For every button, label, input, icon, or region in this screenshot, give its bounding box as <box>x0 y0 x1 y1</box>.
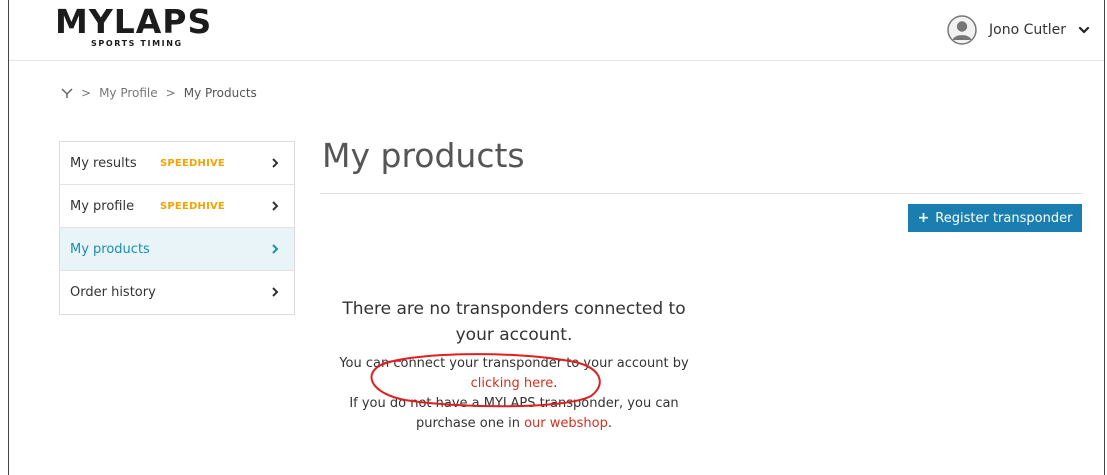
mylaps-home-icon[interactable] <box>61 87 73 99</box>
connect-text-end: . <box>553 376 558 391</box>
mylaps-logo[interactable]: MYLAPS SPORTS TIMING <box>55 2 225 48</box>
breadcrumb-my-profile[interactable]: My Profile <box>99 86 158 100</box>
sidebar-item-label: My profile <box>70 198 135 214</box>
plus-icon: + <box>917 210 930 226</box>
sidebar-item-label: My products <box>70 241 150 257</box>
sidebar-item-label: My results <box>70 155 137 171</box>
empty-state-title: There are no transponders connected to y… <box>342 299 686 345</box>
connect-text: You can connect your transponder to your… <box>339 356 689 371</box>
chevron-right-icon <box>272 244 279 254</box>
chevron-right-icon <box>272 201 279 211</box>
breadcrumb: > My Profile > My Products <box>61 86 257 100</box>
chevron-right-icon <box>272 158 279 168</box>
user-menu[interactable]: Jono Cutler <box>947 14 1090 46</box>
sidebar-item-my-profile[interactable]: My profile SPEEDHIVE <box>60 185 294 228</box>
webshop-link[interactable]: our webshop <box>524 416 608 431</box>
sidebar-item-my-results[interactable]: My results SPEEDHIVE <box>60 142 294 185</box>
speedhive-badge: SPEEDHIVE <box>160 157 225 169</box>
svg-text:MYLAPS: MYLAPS <box>55 2 212 41</box>
breadcrumb-separator: > <box>81 86 92 100</box>
clicking-here-link[interactable]: clicking here <box>471 376 554 391</box>
breadcrumb-separator: > <box>165 86 176 100</box>
title-divider <box>320 193 1083 194</box>
webshop-text-end: . <box>607 416 613 431</box>
user-avatar-icon[interactable] <box>947 15 977 45</box>
page-title: My products <box>322 136 525 175</box>
user-name[interactable]: Jono Cutler <box>989 22 1066 38</box>
breadcrumb-my-products: My Products <box>183 86 257 100</box>
register-transponder-label: Register transponder <box>935 210 1073 226</box>
register-transponder-button[interactable]: + Register transponder <box>908 204 1082 232</box>
speedhive-badge: SPEEDHIVE <box>160 200 225 212</box>
webshop-text: If you do not have a MYLAPS transponder,… <box>349 396 679 431</box>
sidebar-nav: My results SPEEDHIVE My profile SPEEDHIV… <box>59 141 295 315</box>
sidebar-item-my-products[interactable]: My products <box>60 228 294 271</box>
sidebar-item-order-history[interactable]: Order history <box>60 271 294 314</box>
sidebar-item-label: Order history <box>70 285 156 300</box>
empty-state: There are no transponders connected to y… <box>321 296 707 434</box>
connect-instructions: You can connect your transponder to your… <box>321 354 707 434</box>
chevron-right-icon <box>272 287 279 297</box>
svg-text:SPORTS TIMING: SPORTS TIMING <box>91 39 183 48</box>
app-window: MYLAPS SPORTS TIMING Jono Cutler > My Pr… <box>8 0 1105 475</box>
top-header: MYLAPS SPORTS TIMING Jono Cutler <box>9 0 1104 61</box>
chevron-down-icon[interactable] <box>1078 24 1090 36</box>
